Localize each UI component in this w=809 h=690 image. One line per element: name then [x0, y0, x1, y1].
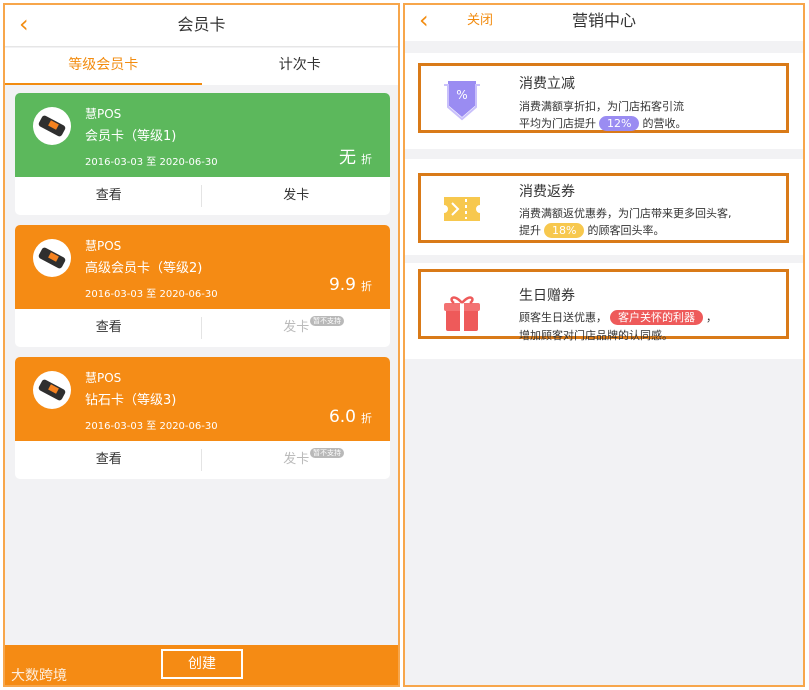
nav-bar: ‹ 会员卡: [5, 5, 398, 47]
card-name: 钻石卡（等级3): [85, 393, 177, 408]
card-type-tabs: 等级会员卡 计次卡: [5, 48, 398, 85]
promo-highlight-pill: 客户关怀的利器: [610, 310, 703, 325]
card-brand: 慧POS: [85, 371, 122, 385]
card-discount: 无折: [339, 148, 372, 168]
view-button[interactable]: 查看: [15, 177, 203, 215]
card-face[interactable]: 慧POS 高级会员卡（等级2) 2016-03-03 至 2020-06-30 …: [15, 225, 390, 309]
pos-terminal-icon: [33, 371, 71, 409]
card-brand: 慧POS: [85, 107, 122, 121]
card-actions: 查看 发卡 暂不支持: [15, 309, 390, 347]
promo-title: 消费返券: [519, 184, 575, 200]
watermark-logo: 大数跨境: [11, 668, 67, 684]
membership-card-screen: ‹ 会员卡 等级会员卡 计次卡 慧POS 会员卡（等级1) 2016-03-03…: [3, 3, 400, 687]
view-button[interactable]: 查看: [15, 309, 203, 347]
unsupported-badge: 暂不支持: [310, 316, 344, 326]
member-card: 慧POS 会员卡（等级1) 2016-03-03 至 2020-06-30 无折…: [15, 93, 390, 215]
card-brand: 慧POS: [85, 239, 122, 253]
page-title: 营销中心: [571, 11, 636, 30]
promo-title: 消费立减: [519, 76, 575, 92]
unsupported-badge: 暂不支持: [310, 448, 344, 458]
pos-terminal-icon: [33, 239, 71, 277]
issue-card-button: 发卡: [283, 452, 310, 467]
card-validity: 2016-03-03 至 2020-06-30: [85, 289, 218, 300]
gift-icon: [444, 296, 480, 331]
member-card: 慧POS 高级会员卡（等级2) 2016-03-03 至 2020-06-30 …: [15, 225, 390, 347]
create-button[interactable]: 创建: [161, 649, 243, 679]
card-discount: 6.0 折: [328, 407, 372, 427]
card-name: 高级会员卡（等级2): [85, 261, 203, 276]
promo-item[interactable]: 生日赠券 顾客生日送优惠， 客户关怀的利器， 增加顾客对门店品牌的认同感。: [405, 263, 803, 359]
card-face[interactable]: 慧POS 钻石卡（等级3) 2016-03-03 至 2020-06-30 6.…: [15, 357, 390, 441]
card-actions: 查看 发卡: [15, 177, 390, 215]
promo-highlight-pill: 18%: [544, 223, 585, 238]
promo-desc-line1: 消费满额享折扣，为门店拓客引流: [519, 100, 684, 113]
card-name: 会员卡（等级1): [85, 129, 177, 144]
promo-desc-line2: 平均为门店提升 12% 的营收。: [519, 116, 687, 131]
tab-level-card[interactable]: 等级会员卡: [5, 48, 202, 85]
page-title: 会员卡: [177, 15, 226, 34]
discount-coupon-icon: %: [444, 81, 480, 121]
bottom-bar: 大数跨境 创建: [5, 645, 398, 685]
card-discount: 9.9 折: [328, 275, 372, 295]
card-validity: 2016-03-03 至 2020-06-30: [85, 157, 218, 168]
promo-desc-line2: 提升 18% 的顾客回头率。: [519, 223, 665, 238]
tab-count-card[interactable]: 计次卡: [202, 48, 399, 85]
marketing-center-screen: ‹ 关闭 营销中心 % 消费立减 消费满额享折扣，为门店拓客引流 平均为门店提升…: [403, 3, 805, 687]
nav-bar: ‹ 关闭 营销中心: [405, 5, 803, 41]
card-face[interactable]: 慧POS 会员卡（等级1) 2016-03-03 至 2020-06-30 无折: [15, 93, 390, 177]
issue-card-button[interactable]: 发卡: [203, 177, 391, 215]
promo-highlight-pill: 12%: [599, 116, 640, 131]
promo-item[interactable]: % 消费立减 消费满额享折扣，为门店拓客引流 平均为门店提升 12% 的营收。: [405, 53, 803, 149]
pos-terminal-icon: [33, 107, 71, 145]
svg-text:%: %: [456, 88, 467, 102]
issue-card-button: 发卡: [283, 320, 310, 335]
promo-desc-line2: 增加顾客对门店品牌的认同感。: [519, 329, 673, 342]
promo-desc-line1: 顾客生日送优惠， 客户关怀的利器，: [519, 310, 717, 325]
promo-title: 生日赠券: [519, 288, 575, 304]
view-button[interactable]: 查看: [15, 441, 203, 479]
member-card: 慧POS 钻石卡（等级3) 2016-03-03 至 2020-06-30 6.…: [15, 357, 390, 479]
card-actions: 查看 发卡 暂不支持: [15, 441, 390, 479]
promo-item[interactable]: 消费返券 消费满额返优惠券，为门店带来更多回头客, 提升 18% 的顾客回头率。: [405, 159, 803, 255]
ticket-icon: [444, 197, 480, 221]
card-validity: 2016-03-03 至 2020-06-30: [85, 421, 218, 432]
promo-desc-line1: 消费满额返优惠券，为门店带来更多回头客,: [519, 207, 732, 220]
